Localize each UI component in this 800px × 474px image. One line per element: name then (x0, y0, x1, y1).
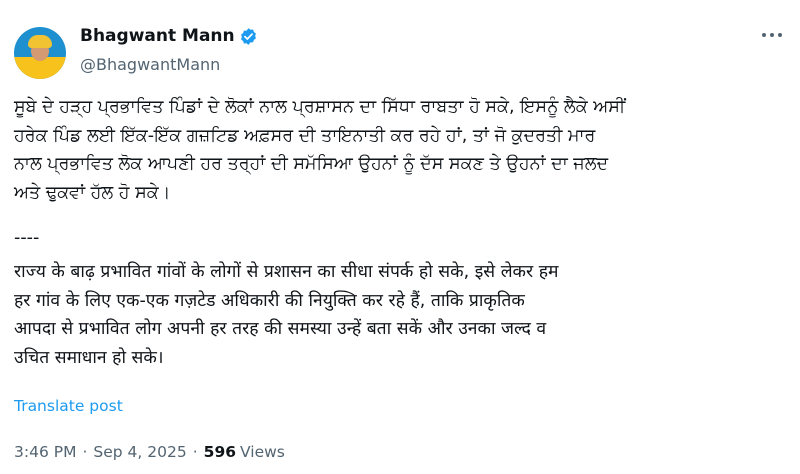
views-count[interactable]: 596 (204, 443, 236, 461)
post-card: Bhagwant Mann @BhagwantMann ਸੂਬੇ ਦੇ ਹੜ੍ਹ… (0, 0, 800, 474)
post-text-punjabi: ਸੂਬੇ ਦੇ ਹੜ੍ਹ ਪ੍ਰਭਾਵਿਤ ਪਿੰਡਾਂ ਦੇ ਲੋਕਾਂ ਨਾ… (14, 97, 626, 203)
meta-separator-2: · (192, 443, 198, 461)
avatar-turban (28, 35, 52, 48)
avatar[interactable] (14, 27, 66, 79)
post-text-hindi: राज्य के बाढ़ प्रभावित गांवों के लोगों स… (14, 262, 559, 368)
more-options-icon[interactable] (760, 31, 784, 39)
author-name-row: Bhagwant Mann (80, 26, 258, 46)
post-text-separator: ---- (14, 228, 40, 248)
verified-badge-icon (240, 27, 256, 45)
post-date[interactable]: Sep 4, 2025 (93, 443, 186, 461)
post-time[interactable]: 3:46 PM (14, 443, 76, 461)
post-metadata: 3:46 PM · Sep 4, 2025 · 596 Views (14, 443, 285, 461)
meta-separator: · (82, 443, 88, 461)
author-handle[interactable]: @BhagwantMann (80, 55, 220, 74)
translate-post-link[interactable]: Translate post (14, 397, 123, 415)
views-label: Views (240, 443, 285, 461)
author-display-name[interactable]: Bhagwant Mann (80, 26, 235, 46)
